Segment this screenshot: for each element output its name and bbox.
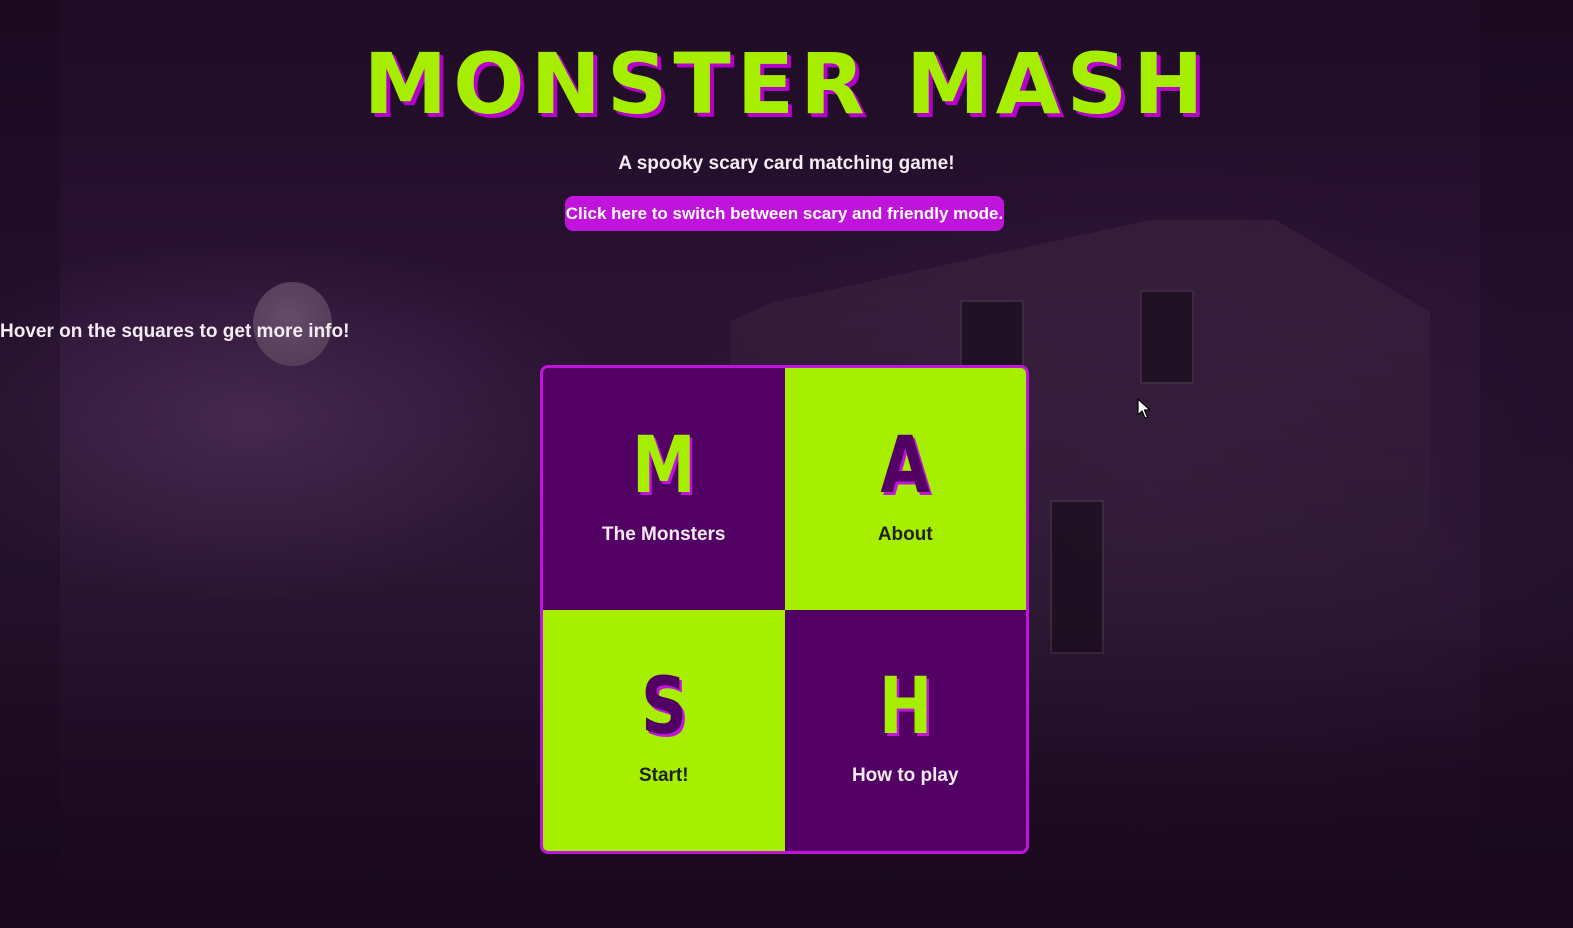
- mode-toggle-button[interactable]: Click here to switch between scary and f…: [565, 196, 1004, 231]
- tile-the-monsters[interactable]: M The Monsters: [543, 368, 785, 610]
- tile-about[interactable]: A About: [784, 368, 1026, 610]
- tile-letter: S: [640, 662, 687, 753]
- tile-letter: A: [880, 420, 931, 511]
- tile-letter: M: [631, 420, 696, 511]
- tile-label: About: [877, 523, 933, 545]
- tile-how-to-play[interactable]: H How to play: [784, 609, 1026, 851]
- tile-start[interactable]: S Start!: [543, 609, 785, 851]
- mouse-pointer-icon: [1137, 398, 1151, 419]
- tile-letter: H: [878, 662, 933, 753]
- tile-label: The Monsters: [601, 523, 726, 545]
- game-subtitle: A spooky scary card matching game!: [618, 153, 955, 174]
- house-door: [1050, 500, 1104, 654]
- tree-silhouette: [1480, 0, 1573, 928]
- menu-grid: M The Monsters A About S Start! H How to…: [540, 365, 1029, 854]
- hover-hint-text: Hover on the squares to get more info!: [0, 321, 350, 342]
- game-title: MONSTER MASH: [363, 35, 1210, 133]
- tile-label: Start!: [638, 765, 689, 787]
- tree-silhouette: [0, 0, 60, 928]
- tile-label: How to play: [851, 765, 959, 787]
